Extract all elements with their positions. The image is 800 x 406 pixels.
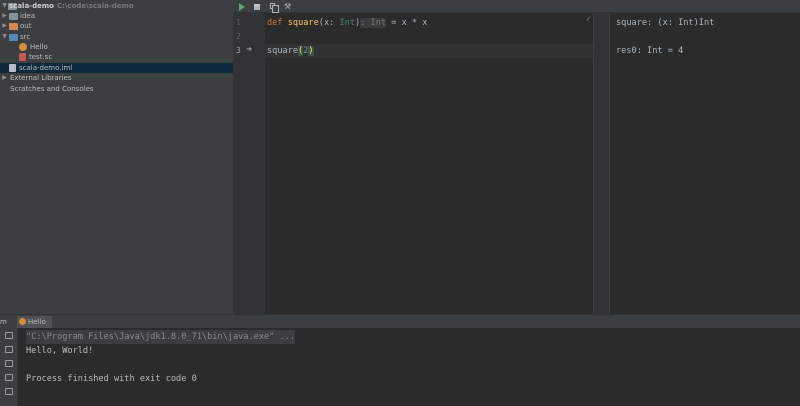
param-open: (x: [318,18,340,28]
tree-item-label: test.sc [29,53,53,61]
code-line-3[interactable]: square(2) [267,44,314,58]
run-side-toolbar [0,328,18,406]
tree-item-idea[interactable]: ▶ idea [0,11,233,21]
run-tool-header: m Hello [0,314,800,328]
run-tab-label: Hello [28,318,46,326]
editor-gutter: 1 2 3 ➔ [233,13,265,314]
caret-row [265,44,593,58]
project-tool-window: ▼ scala-demo C:\code\scala-demo ▶ idea ▶ … [0,0,233,314]
tree-item-scala-demo-iml[interactable]: scala-demo.iml [0,63,233,73]
module-file-icon [9,64,16,72]
arrow-right-icon: ➔ [246,44,253,55]
source-folder-icon [9,34,18,41]
tree-item-hello[interactable]: Hello [0,42,233,52]
run-panel-title: m [0,318,7,326]
call-name: square [267,46,299,56]
clean-button[interactable] [252,2,262,12]
brace-close: ) [308,46,314,56]
soft-wrap-icon[interactable] [5,360,13,367]
line-number: 1 [236,18,241,27]
chevron-right-icon[interactable]: ▶ [1,11,8,21]
code-line-1[interactable]: def square(x: Int): Int = x * x [267,16,427,30]
type-hint: : Int [360,18,387,28]
line-number: 3 [236,46,241,55]
worksheet-editor[interactable]: def square(x: Int): Int = x * x square(2… [265,13,593,314]
keyword-def: def [267,18,283,28]
run-tab-hello[interactable]: Hello [17,316,52,328]
wrench-icon: ⚒ [284,2,292,11]
print-icon[interactable] [5,388,13,395]
tree-item-label: scala-demo.iml [19,64,73,72]
console-exit-line: Process finished with exit code 0 [26,374,197,384]
settings-button[interactable]: ⚒ [283,2,293,12]
chevron-down-icon[interactable]: ▼ [1,32,8,42]
chevron-down-icon[interactable]: ▼ [1,1,8,11]
scala-object-icon [19,318,26,325]
run-icon [239,3,245,11]
console-output-line: Hello, World! [26,346,94,356]
folder-icon [9,13,18,20]
scroll-up-icon[interactable] [5,346,13,353]
function-body: = x * x [386,18,428,28]
function-name: square [287,18,319,28]
folder-orange-icon [9,23,18,30]
run-console[interactable]: "C:\Program Files\Java\jdk1.8.0_71\bin\j… [18,328,800,406]
worksheet-output: square: (x: Int)Int res0: Int = 4 [610,13,800,314]
rerun-icon[interactable] [5,332,13,339]
tree-item-label: Hello [30,43,48,51]
scala-worksheet-icon [19,53,26,61]
worksheet-toolbar: ⚒ [233,0,800,13]
output-line: square: (x: Int)Int [616,18,715,28]
scala-object-icon [19,43,27,51]
copy-button[interactable] [268,2,279,13]
run-button[interactable] [237,2,247,12]
chevron-right-icon[interactable]: ▶ [1,73,8,83]
scroll-to-end-icon[interactable] [5,374,13,381]
tree-item-external-libraries[interactable]: ▶ External Libraries [0,73,233,83]
tree-root-scala-demo[interactable]: ▼ scala-demo C:\code\scala-demo [0,1,233,11]
tree-item-src[interactable]: ▼ src [0,32,233,42]
check-icon: ✓ [586,14,591,23]
chevron-right-icon[interactable]: ▶ [1,21,8,31]
param-type: Int [339,18,355,28]
copy-icon [270,3,279,13]
tree-item-label: idea [20,12,35,20]
tree-item-label: src [20,33,31,41]
line-number: 2 [236,32,241,41]
splitter[interactable] [593,13,610,314]
tree-item-label: External Libraries [10,74,72,82]
tree-root-path: C:\code\scala-demo [56,2,134,10]
tree-item-test-sc[interactable]: test.sc [0,52,233,62]
tree-root-label: scala-demo [9,2,54,10]
trash-icon [254,4,260,10]
tree-item-label: Scratches and Consoles [10,85,94,93]
output-line: res0: Int = 4 [616,46,684,56]
console-command-line: "C:\Program Files\Java\jdk1.8.0_71\bin\j… [26,330,296,344]
tree-item-scratches[interactable]: Scratches and Consoles [0,84,233,94]
tree-item-label: out [20,22,32,30]
tree-item-out[interactable]: ▶ out [0,21,233,31]
